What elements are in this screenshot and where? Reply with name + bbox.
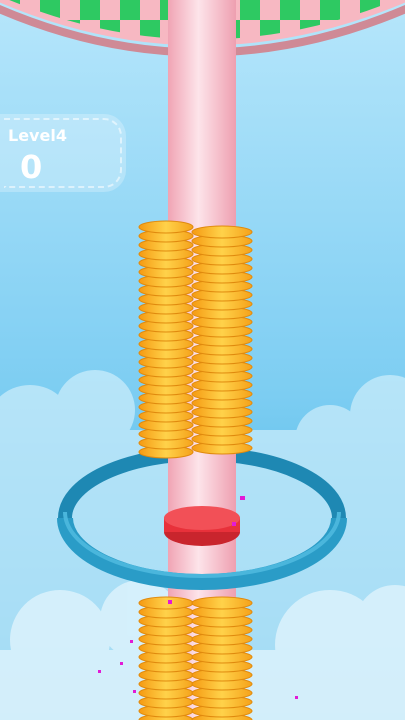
coin-ring — [191, 225, 253, 239]
game-scene[interactable]: Level4 0 — [0, 0, 405, 720]
level-score-panel: Level4 0 — [0, 114, 126, 192]
level-label: Level4 — [8, 126, 67, 145]
game-canvas — [0, 0, 405, 720]
coin-ring — [191, 596, 253, 610]
coin-ring — [138, 220, 194, 234]
coin-stack-upper — [138, 220, 253, 459]
coin-ring — [138, 596, 194, 610]
red-ring — [164, 506, 240, 546]
score-value: 0 — [20, 148, 43, 186]
